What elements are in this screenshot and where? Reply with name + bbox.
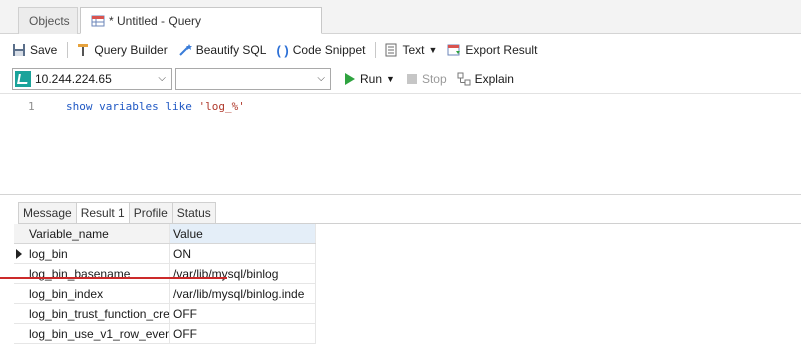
chevron-down-icon: ▼ [386,74,395,84]
tab-status-label: Status [176,206,211,220]
column-header-variable-name[interactable]: Variable_name [26,224,170,243]
text-output-label: Text [402,43,425,57]
beautify-sql-label: Beautify SQL [195,43,267,57]
cell-variable-name[interactable]: log_bin_basename [26,264,170,283]
save-button[interactable]: Save [12,43,57,57]
database-select[interactable]: ⌵ [175,68,331,90]
row-gutter [14,304,26,323]
toolbar-divider [67,42,69,58]
cell-value[interactable]: ON [170,244,316,263]
table-row[interactable]: log_bin ON [14,244,316,264]
explain-icon [457,72,471,86]
row-gutter [14,324,26,343]
code-snippet-button[interactable]: ( ) Code Snippet [276,43,365,58]
table-row[interactable]: log_bin_trust_function_cre OFF [14,304,316,324]
text-output-dropdown[interactable]: Text ▼ [384,43,437,57]
export-table-icon [447,43,461,57]
tab-message[interactable]: Message [18,202,76,224]
cell-variable-name[interactable]: log_bin_trust_function_cre [26,304,170,323]
result-tabs: Message Result 1 Profile Status [18,202,216,224]
result-grid: Variable_name Value log_bin ON log_bin_b… [14,224,316,344]
text-document-icon [384,43,398,57]
row-gutter [14,244,26,263]
chevron-down-icon: ⌵ [158,73,166,84]
chevron-down-icon: ▼ [428,45,438,55]
cell-value[interactable]: /var/lib/mysql/binlog.inde [170,284,316,303]
connection-select[interactable]: 10.244.224.65 ⌵ [12,68,172,90]
row-gutter [14,224,26,243]
query-builder-button[interactable]: Query Builder [76,43,168,57]
code-snippet-icon: ( ) [276,42,289,58]
table-row[interactable]: log_bin_index /var/lib/mysql/binlog.inde [14,284,316,304]
tab-objects-label: Objects [29,14,70,28]
cell-variable-name[interactable]: log_bin_use_v1_row_event [26,324,170,343]
column-header-value[interactable]: Value [170,224,316,243]
tab-result-1[interactable]: Result 1 [75,202,129,224]
tab-query[interactable]: * Untitled - Query [80,7,322,34]
table-row[interactable]: log_bin_use_v1_row_event OFF [14,324,316,344]
query-builder-icon [76,43,90,57]
annotation-underline [0,277,227,279]
result-panel: Message Result 1 Profile Status Variable… [0,194,801,348]
export-result-button[interactable]: Export Result [447,43,537,57]
save-label: Save [30,43,58,57]
stop-label: Stop [421,72,447,86]
chevron-down-icon: ⌵ [317,73,325,84]
tab-status[interactable]: Status [171,202,216,224]
connection-value: 10.244.224.65 [35,72,112,86]
tab-message-label: Message [23,206,72,220]
run-button[interactable]: Run ▼ [345,72,395,86]
sql-editor[interactable]: 1 show variables like 'log_%' [0,93,801,194]
run-label: Run [360,72,383,86]
tab-query-label: * Untitled - Query [109,13,202,28]
play-icon [345,73,355,85]
sql-keyword-text: show variables like [66,100,199,113]
tab-result-1-label: Result 1 [80,206,125,220]
current-row-arrow-icon [16,249,22,259]
stop-button[interactable]: Stop [406,72,447,86]
explain-button[interactable]: Explain [457,72,514,86]
table-row[interactable]: log_bin_basename /var/lib/mysql/binlog [14,264,316,284]
cell-value[interactable]: OFF [170,304,316,323]
export-result-label: Export Result [465,43,538,57]
cell-variable-name[interactable]: log_bin [26,244,170,263]
sql-code-line[interactable]: show variables like 'log_%' [66,100,245,113]
code-snippet-label: Code Snippet [292,43,366,57]
connection-icon [15,71,31,87]
tab-profile-label: Profile [133,206,168,220]
row-gutter [14,264,26,283]
toolbar-divider [375,42,377,58]
grid-header-row: Variable_name Value [14,224,316,244]
explain-label: Explain [474,72,514,86]
cell-variable-name[interactable]: log_bin_index [26,284,170,303]
query-builder-label: Query Builder [94,43,168,57]
cell-value[interactable]: OFF [170,324,316,343]
query-toolbar: Save Query Builder Beautify SQL ( ) Code… [0,35,801,65]
query-table-icon [91,14,105,28]
save-icon [12,43,26,57]
cell-value[interactable]: /var/lib/mysql/binlog [170,264,316,283]
beautify-sql-button[interactable]: Beautify SQL [178,43,267,57]
sql-string-literal: 'log_%' [198,100,245,113]
tab-profile[interactable]: Profile [128,202,172,224]
row-gutter [14,284,26,303]
line-number: 1 [28,100,35,113]
tab-objects[interactable]: Objects [18,7,78,34]
connection-bar: 10.244.224.65 ⌵ ⌵ Run ▼ Stop Explain [0,66,801,92]
beautify-wand-icon [178,43,192,57]
stop-icon [406,74,417,84]
tab-strip: Objects * Untitled - Query [0,0,801,34]
